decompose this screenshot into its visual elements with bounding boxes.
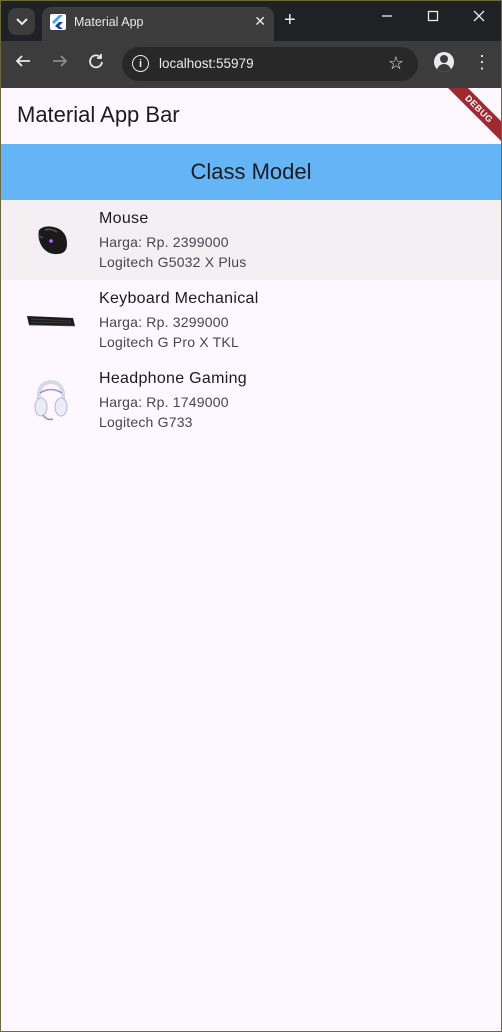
browser-toolbar: i localhost:55979 ☆ ⋮	[1, 41, 501, 88]
list-item[interactable]: Mouse Harga: Rp. 2399000 Logitech G5032 …	[1, 200, 501, 280]
product-list: Mouse Harga: Rp. 2399000 Logitech G5032 …	[1, 200, 501, 440]
bookmark-star-icon[interactable]: ☆	[388, 53, 404, 74]
product-description: Logitech G5032 X Plus	[99, 254, 247, 270]
tab-close-icon[interactable]: ✕	[254, 13, 266, 30]
headphone-image	[23, 376, 79, 424]
tab-active[interactable]: Material App ✕	[42, 7, 274, 41]
product-price: Harga: Rp. 1749000	[99, 394, 229, 410]
back-arrow-icon[interactable]	[15, 53, 31, 73]
product-description: Logitech G Pro X TKL	[99, 334, 239, 350]
debug-banner: DEBUG	[443, 88, 501, 148]
reload-icon[interactable]	[88, 53, 104, 73]
window-close-icon[interactable]	[473, 9, 485, 28]
browser-window: Material App ✕ + i localhost:55979 ☆ ⋮ M…	[0, 0, 502, 1032]
minimize-icon[interactable]	[381, 9, 393, 28]
class-model-header: Class Model	[1, 144, 501, 200]
profile-avatar-icon[interactable]	[434, 52, 454, 72]
mouse-image	[23, 216, 79, 264]
app-bar: Material App Bar	[1, 88, 501, 144]
tab-title: Material App	[74, 15, 144, 29]
new-tab-button[interactable]: +	[284, 9, 296, 31]
forward-arrow-icon[interactable]	[52, 53, 68, 73]
app-bar-title: Material App Bar	[17, 102, 180, 127]
product-name: Mouse	[99, 210, 149, 227]
maximize-icon[interactable]	[427, 9, 439, 28]
product-price: Harga: Rp. 3299000	[99, 314, 229, 330]
address-bar[interactable]: i localhost:55979 ☆	[122, 47, 418, 81]
product-name: Headphone Gaming	[99, 370, 248, 387]
debug-label: DEBUG	[443, 88, 501, 148]
app-viewport: Material App Bar DEBUG Class Model Mouse	[1, 88, 501, 1031]
site-info-icon[interactable]: i	[132, 55, 149, 72]
product-name: Keyboard Mechanical	[99, 290, 259, 307]
tab-search-chevron-icon[interactable]	[8, 8, 35, 35]
product-price: Harga: Rp. 2399000	[99, 234, 229, 250]
browser-menu-icon[interactable]: ⋮	[473, 52, 491, 73]
keyboard-image	[23, 296, 79, 344]
list-item[interactable]: Headphone Gaming Harga: Rp. 1749000 Logi…	[1, 360, 501, 440]
header-title: Class Model	[190, 159, 312, 184]
product-description: Logitech G733	[99, 414, 193, 430]
flutter-icon	[50, 14, 66, 30]
tab-strip: Material App ✕ +	[1, 1, 501, 41]
url-text[interactable]: localhost:55979	[159, 56, 254, 71]
list-item[interactable]: Keyboard Mechanical Harga: Rp. 3299000 L…	[1, 280, 501, 360]
